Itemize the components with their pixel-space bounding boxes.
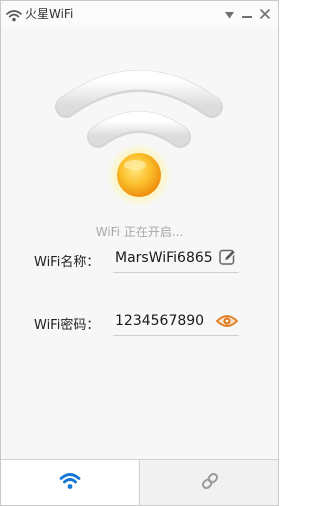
wifi-logo-icon — [6, 7, 22, 22]
main-panel: WiFi 正在开启... WiFi名称： MarsWiFi6865 WiFi密码… — [1, 27, 278, 459]
wifi-password-field[interactable]: 1234567890 — [115, 313, 204, 329]
wifi-signal-graphic — [51, 65, 227, 237]
chevron-down-icon — [224, 4, 234, 23]
eye-icon — [215, 313, 239, 332]
title-bar[interactable]: 火星WiFi — [1, 1, 278, 27]
bottom-tab-bar — [1, 459, 278, 505]
link-icon — [200, 471, 220, 495]
edit-name-button[interactable] — [218, 249, 238, 269]
close-icon — [260, 4, 270, 23]
window-title: 火星WiFi — [25, 7, 74, 21]
wifi-name-underline — [113, 272, 239, 273]
status-text: WiFi 正在开启... — [95, 225, 184, 239]
wifi-name-field[interactable]: MarsWiFi6865 — [115, 250, 213, 266]
tab-wifi[interactable] — [1, 460, 138, 505]
wifi-password-label: WiFi密码： — [34, 318, 100, 333]
edit-icon — [219, 248, 237, 270]
minimize-icon — [242, 4, 252, 23]
close-button[interactable] — [257, 5, 273, 21]
app-window: 火星WiFi WiFi 正在开启... WiFi名称： MarsWiFi6865… — [0, 0, 279, 506]
tab-link[interactable] — [139, 460, 278, 505]
show-password-button[interactable] — [215, 312, 239, 332]
wifi-password-underline — [113, 335, 239, 336]
wifi-icon — [59, 472, 81, 494]
dropdown-button[interactable] — [221, 5, 237, 21]
wifi-name-label: WiFi名称： — [34, 255, 100, 270]
minimize-button[interactable] — [239, 5, 255, 21]
